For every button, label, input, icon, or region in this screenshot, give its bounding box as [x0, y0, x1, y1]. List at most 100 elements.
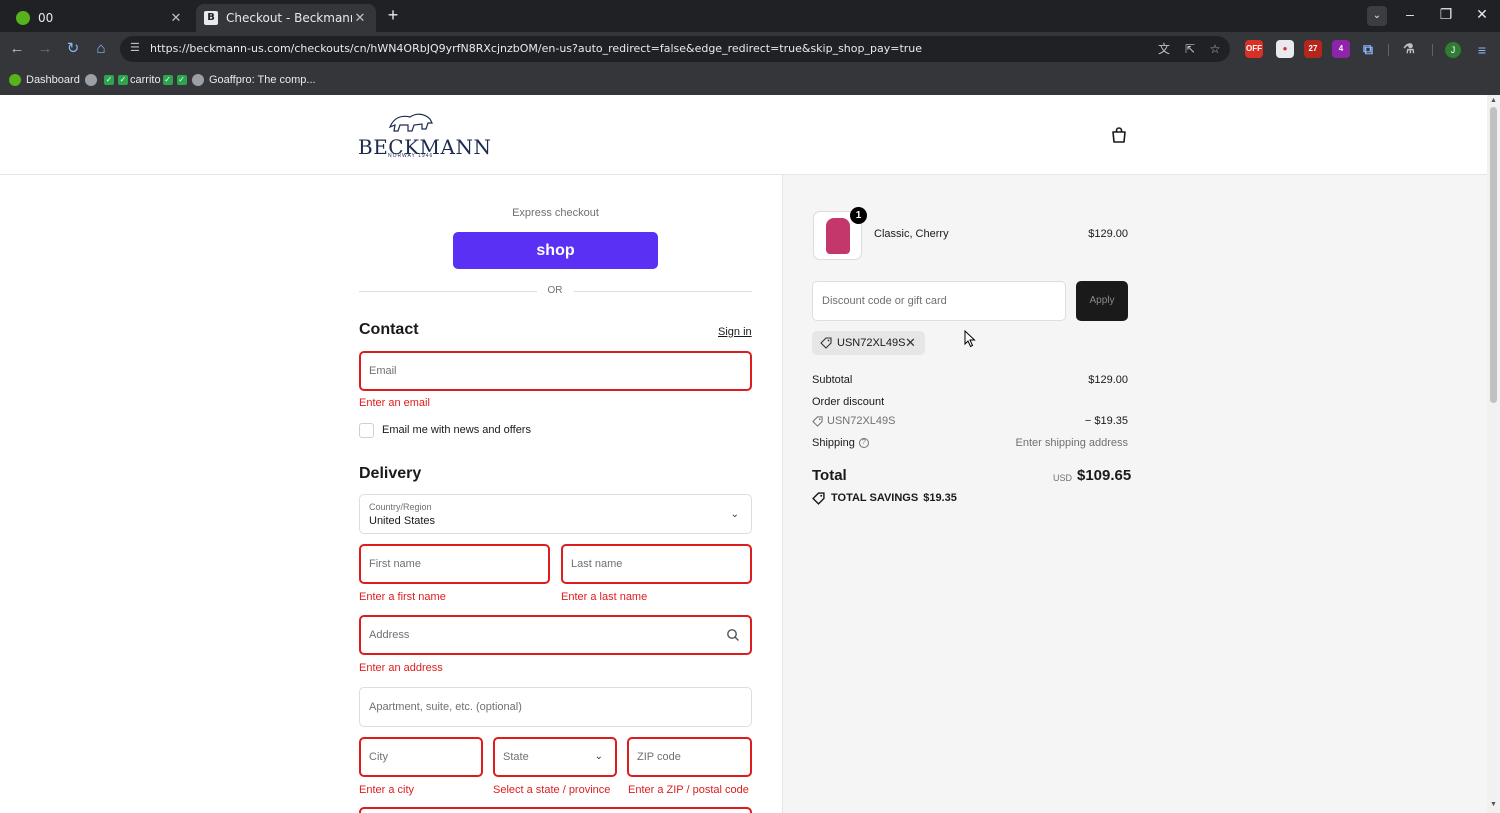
site-settings-icon[interactable]: ☰	[130, 41, 144, 55]
scroll-up-icon[interactable]: ▲	[1490, 97, 1497, 104]
window-close-icon[interactable]: ✕	[1470, 6, 1494, 23]
browser-tabstrip: 00 ✕ B Checkout - Beckmann Norway ✕ + ⌄ …	[0, 0, 1500, 32]
city-field[interactable]: City	[359, 737, 483, 777]
bookmark-label: Goaffpro: The comp...	[209, 74, 316, 86]
home-icon[interactable]: ⌂	[92, 40, 110, 58]
shopping-bag-icon[interactable]	[1110, 126, 1128, 144]
scroll-down-icon[interactable]: ▼	[1490, 801, 1497, 808]
tag-icon	[812, 416, 823, 427]
express-checkout-label: Express checkout	[512, 207, 599, 219]
extension-coupon-icon[interactable]: OFF	[1245, 40, 1263, 58]
shipping-value: Enter shipping address	[1015, 437, 1128, 449]
scrollbar-thumb[interactable]	[1490, 107, 1497, 403]
state-error: Select a state / province	[493, 784, 611, 796]
remove-code-icon[interactable]: ✕	[905, 335, 916, 351]
help-icon[interactable]: ?	[858, 438, 869, 449]
total-savings: TOTAL SAVINGS $19.35	[812, 491, 957, 505]
checkmark-icon: ✓	[162, 75, 173, 85]
news-offers-checkbox[interactable]	[359, 422, 374, 438]
bookmark-star-icon[interactable]: ☆	[1207, 41, 1223, 57]
shipping-row-label: Shipping?	[812, 437, 869, 449]
order-discount-label: Order discount	[812, 396, 885, 408]
divider-line	[359, 291, 537, 292]
translate-icon[interactable]: 文	[1156, 41, 1172, 57]
mouse-cursor-icon	[964, 330, 976, 348]
apply-discount-button[interactable]: Apply	[1076, 281, 1128, 321]
browser-tab-00[interactable]: 00 ✕	[8, 4, 192, 32]
state-placeholder: State	[503, 751, 529, 763]
tag-icon	[812, 491, 825, 505]
apartment-field[interactable]: Apartment, suite, etc. (optional)	[359, 687, 752, 727]
or-text: OR	[547, 285, 563, 296]
extension-counter-icon[interactable]: 27	[1304, 40, 1322, 58]
email-placeholder: Email	[369, 365, 397, 377]
savings-value: $19.35	[923, 492, 957, 504]
email-error: Enter an email	[359, 397, 430, 409]
or-divider: OR	[359, 284, 752, 298]
shipping-label: Shipping	[812, 437, 855, 449]
country-select[interactable]: Country/Region United States ⌄	[359, 494, 752, 534]
tab-close-icon[interactable]: ✕	[352, 11, 368, 26]
email-field[interactable]: Email	[359, 351, 752, 391]
backpack-image	[826, 218, 850, 254]
state-select[interactable]: State ⌄	[493, 737, 617, 777]
quantity-badge: 1	[850, 207, 867, 224]
bookmark-goaffpro[interactable]: Goaffpro: The comp...	[192, 72, 316, 88]
subtotal-value: $129.00	[1088, 374, 1128, 386]
discount-code-input[interactable]: Discount code or gift card	[812, 281, 1066, 321]
first-name-placeholder: First name	[369, 558, 421, 570]
profile-avatar[interactable]: J	[1445, 42, 1461, 58]
browser-tab-checkout[interactable]: B Checkout - Beckmann Norway ✕	[196, 4, 376, 32]
city-error: Enter a city	[359, 784, 415, 796]
forward-arrow-icon[interactable]: →	[36, 40, 54, 58]
tab-search-chevron-icon[interactable]: ⌄	[1367, 6, 1387, 26]
applied-discount-chip: USN72XL49S ✕	[812, 331, 925, 355]
labs-flask-icon[interactable]: ⚗	[1400, 40, 1418, 58]
bookmark-favicon-icon	[9, 74, 21, 86]
address-placeholder: Address	[369, 629, 410, 641]
chevron-down-icon: ⌄	[594, 751, 603, 762]
extension-badge-icon[interactable]: 4	[1332, 40, 1350, 58]
minimize-icon[interactable]: –	[1398, 6, 1422, 22]
checkmark-icon: ✓	[118, 75, 128, 85]
tab-close-icon[interactable]: ✕	[168, 11, 184, 26]
globe-icon	[192, 74, 204, 86]
sign-in-link[interactable]: Sign in	[718, 326, 752, 338]
delivery-heading: Delivery	[359, 465, 422, 482]
bookmark-dashboard[interactable]: Dashboard	[9, 72, 80, 88]
country-value: United States	[369, 515, 436, 527]
toolbar-divider	[1432, 44, 1433, 56]
last-name-field[interactable]: Last name	[561, 544, 752, 584]
restore-icon[interactable]: ❐	[1434, 6, 1458, 23]
extensions-puzzle-icon[interactable]: ⧉	[1359, 40, 1377, 58]
extension-icon[interactable]: ●	[1276, 40, 1294, 58]
polar-bear-logo-icon	[388, 113, 433, 132]
new-tab-plus-icon[interactable]: +	[384, 6, 402, 24]
bookmark-label: Dashboard	[26, 74, 80, 86]
product-name: Classic, Cherry	[874, 228, 949, 240]
tab-title: 00	[38, 11, 54, 25]
subtotal-label: Subtotal	[812, 374, 853, 386]
address-bar[interactable]: ☰ https://beckmann-us.com/checkouts/cn/h…	[120, 36, 1230, 62]
browser-menu-icon[interactable]: ≡	[1474, 42, 1490, 58]
first-name-field[interactable]: First name	[359, 544, 550, 584]
page-scrollbar[interactable]: ▲ ▼	[1487, 95, 1500, 813]
back-arrow-icon[interactable]: ←	[8, 40, 26, 58]
globe-icon	[85, 74, 97, 86]
address-field[interactable]: Address	[359, 615, 752, 655]
zip-field[interactable]: ZIP code	[627, 737, 752, 777]
bookmark-carrito[interactable]: ✓ ✓ carrito ✓ ✓	[85, 72, 189, 88]
checkmark-icon: ✓	[104, 75, 114, 85]
order-discount-code: USN72XL49S	[827, 415, 896, 427]
phone-field[interactable]	[359, 807, 752, 813]
reload-icon[interactable]: ↻	[64, 40, 82, 58]
address-error: Enter an address	[359, 662, 443, 674]
news-offers-option[interactable]: Email me with news and offers	[359, 422, 531, 438]
beckmann-logo[interactable]: BECKMANN NORWAY 1946	[358, 109, 491, 159]
share-icon[interactable]: ⇱	[1182, 41, 1198, 57]
product-price: $129.00	[1088, 228, 1128, 240]
country-label: Country/Region	[369, 502, 432, 512]
applied-code-text: USN72XL49S	[837, 337, 906, 349]
shop-pay-button[interactable]: shop	[453, 232, 658, 269]
url-text[interactable]: https://beckmann-us.com/checkouts/cn/hWN…	[150, 42, 922, 55]
